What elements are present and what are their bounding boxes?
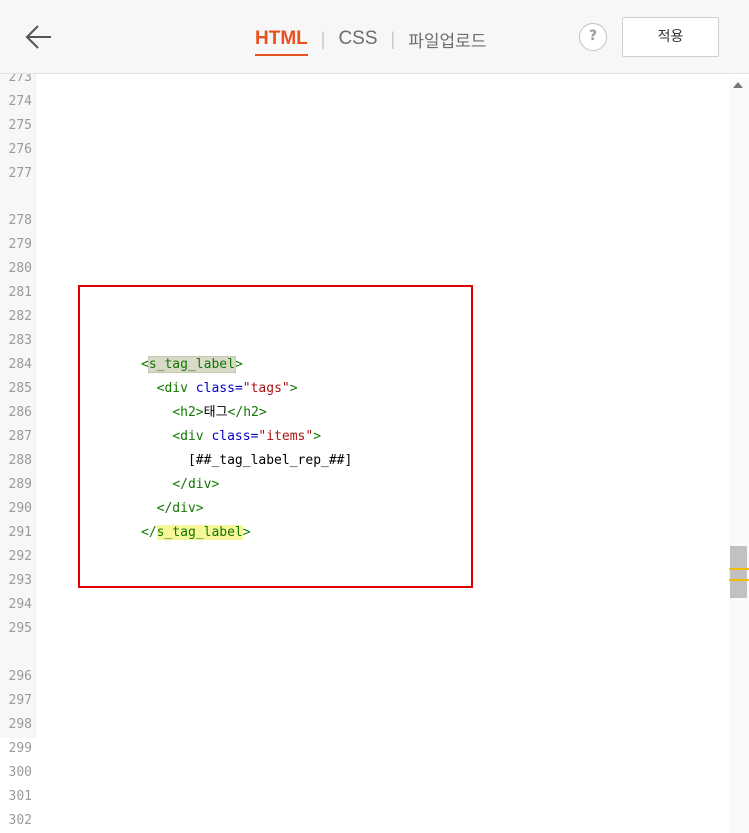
tab-file-upload[interactable]: 파일업로드 bbox=[408, 27, 486, 52]
line-number: 282 bbox=[8, 309, 32, 324]
vertical-scrollbar[interactable] bbox=[729, 78, 749, 833]
line-number: 280 bbox=[8, 261, 32, 276]
tab-separator: | bbox=[390, 28, 396, 49]
line-number: 278 bbox=[8, 213, 32, 228]
line-number: 274 bbox=[8, 94, 32, 109]
line-number: 302 bbox=[8, 813, 32, 828]
line-number: 273 bbox=[8, 74, 32, 85]
arrow-left-icon bbox=[25, 25, 51, 49]
line-number: 279 bbox=[8, 237, 32, 252]
line-number: 288 bbox=[8, 453, 32, 468]
line-number: 294 bbox=[8, 597, 32, 612]
editor-header: HTML | CSS | 파일업로드 ? 적용 bbox=[0, 0, 749, 74]
scroll-up-icon[interactable] bbox=[733, 82, 743, 88]
help-icon[interactable]: ? bbox=[579, 23, 607, 51]
line-number: 290 bbox=[8, 501, 32, 516]
line-number: 286 bbox=[8, 405, 32, 420]
line-number: 293 bbox=[8, 573, 32, 588]
line-number: 283 bbox=[8, 333, 32, 348]
tab-css[interactable]: CSS bbox=[338, 28, 377, 50]
tab-separator: | bbox=[320, 28, 326, 49]
line-number: 284 bbox=[8, 357, 32, 372]
line-number: 275 bbox=[8, 118, 32, 133]
line-number: 277 bbox=[8, 166, 32, 181]
scrollbar-thumb[interactable] bbox=[730, 546, 747, 598]
editor-tabs: HTML | CSS | 파일업로드 bbox=[255, 27, 486, 56]
line-number: 297 bbox=[8, 693, 32, 708]
line-number: 299 bbox=[8, 741, 32, 756]
line-number: 285 bbox=[8, 381, 32, 396]
line-number: 289 bbox=[8, 477, 32, 492]
search-match-marker bbox=[729, 579, 749, 581]
search-match-marker bbox=[729, 568, 749, 570]
code-editor[interactable]: 273 274 275 276 277 278 279 280 281 282 … bbox=[0, 74, 749, 833]
tab-html[interactable]: HTML bbox=[255, 28, 308, 56]
line-number: 281 bbox=[8, 285, 32, 300]
line-number: 287 bbox=[8, 429, 32, 444]
line-number: 276 bbox=[8, 142, 32, 157]
line-number: 298 bbox=[8, 717, 32, 732]
line-number: 296 bbox=[8, 669, 32, 684]
line-number: 291 bbox=[8, 525, 32, 540]
line-number: 300 bbox=[8, 765, 32, 780]
line-number: 292 bbox=[8, 549, 32, 564]
line-number: 301 bbox=[8, 789, 32, 804]
back-button[interactable] bbox=[24, 22, 54, 52]
annotation-highlight-box bbox=[78, 285, 473, 588]
line-number: 295 bbox=[8, 621, 32, 636]
apply-button[interactable]: 적용 bbox=[622, 17, 719, 57]
